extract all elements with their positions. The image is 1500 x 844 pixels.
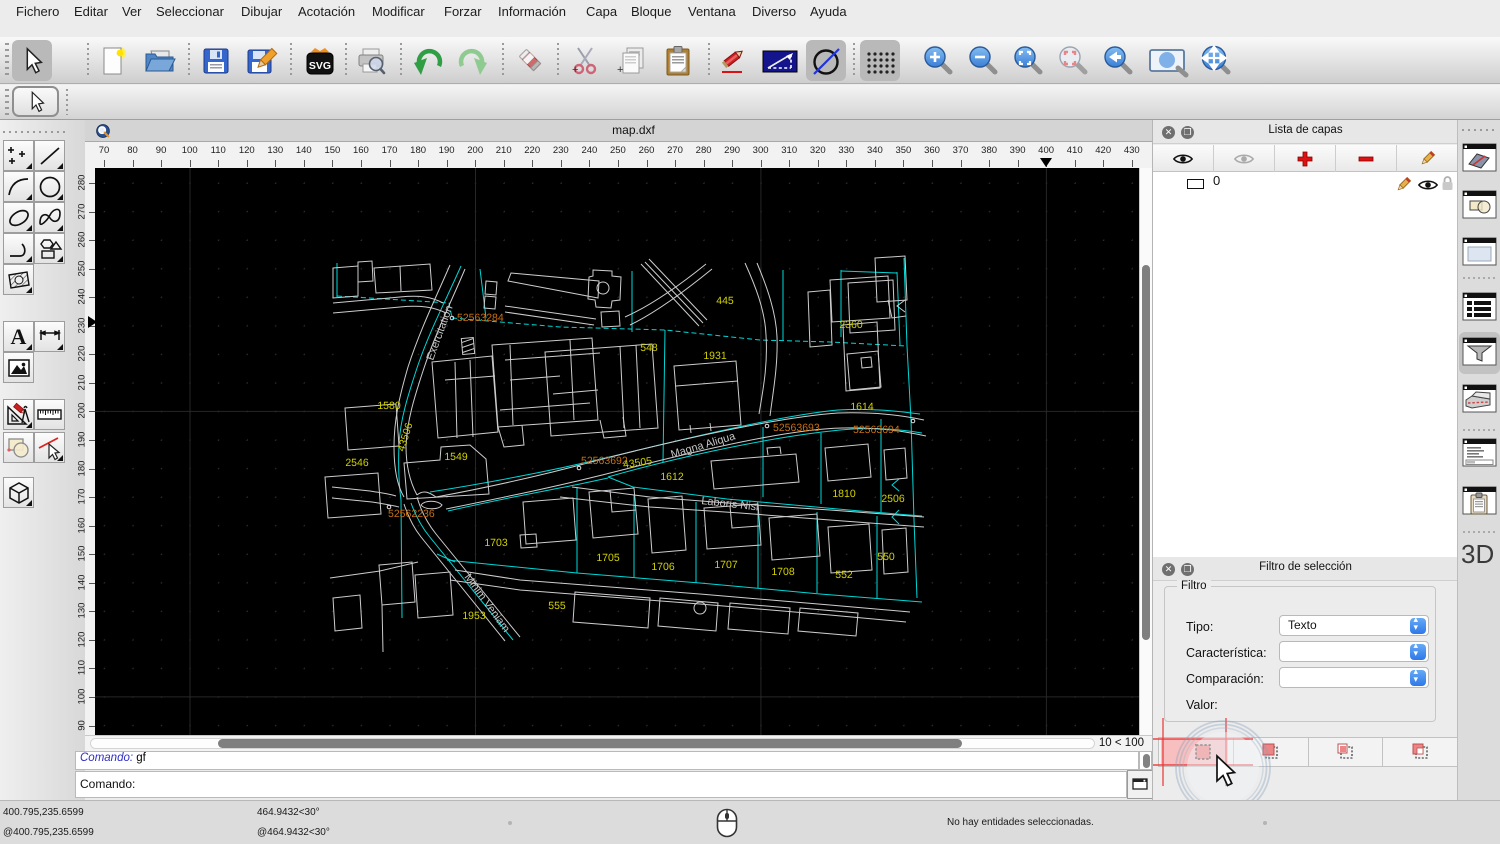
svg-text:2360: 2360	[839, 319, 863, 331]
svg-text:1953: 1953	[462, 610, 486, 622]
svg-text:1810: 1810	[832, 488, 856, 500]
svg-text:1549: 1549	[444, 451, 468, 463]
svg-text:550: 550	[877, 551, 895, 563]
svg-text:1612: 1612	[660, 471, 684, 483]
svg-text:1580: 1580	[377, 400, 401, 412]
svg-text:+: +	[572, 64, 578, 76]
svg-text:1931: 1931	[703, 350, 727, 362]
svg-text:52563693: 52563693	[773, 422, 820, 434]
svg-text:1706: 1706	[651, 561, 675, 573]
svg-text:52563692: 52563692	[581, 455, 628, 467]
svg-text:52563284: 52563284	[457, 312, 504, 324]
svg-text:2506: 2506	[881, 493, 905, 505]
svg-text:445: 445	[716, 295, 734, 307]
svg-text:1614: 1614	[850, 401, 874, 413]
svg-text:1703: 1703	[484, 537, 508, 549]
svg-text:+: +	[617, 64, 623, 76]
svg-text:1708: 1708	[771, 566, 795, 578]
svg-text:548: 548	[640, 342, 658, 354]
svg-text:1707: 1707	[714, 559, 738, 571]
svg-text:1705: 1705	[596, 552, 620, 564]
svg-text:SVG: SVG	[309, 60, 331, 72]
svg-text:555: 555	[548, 600, 566, 612]
svg-text:552: 552	[835, 569, 853, 581]
svg-text:52563694: 52563694	[853, 424, 900, 436]
svg-text:52562236: 52562236	[388, 508, 435, 520]
svg-text:2546: 2546	[345, 457, 369, 469]
svg-text:3D: 3D	[1461, 539, 1494, 569]
